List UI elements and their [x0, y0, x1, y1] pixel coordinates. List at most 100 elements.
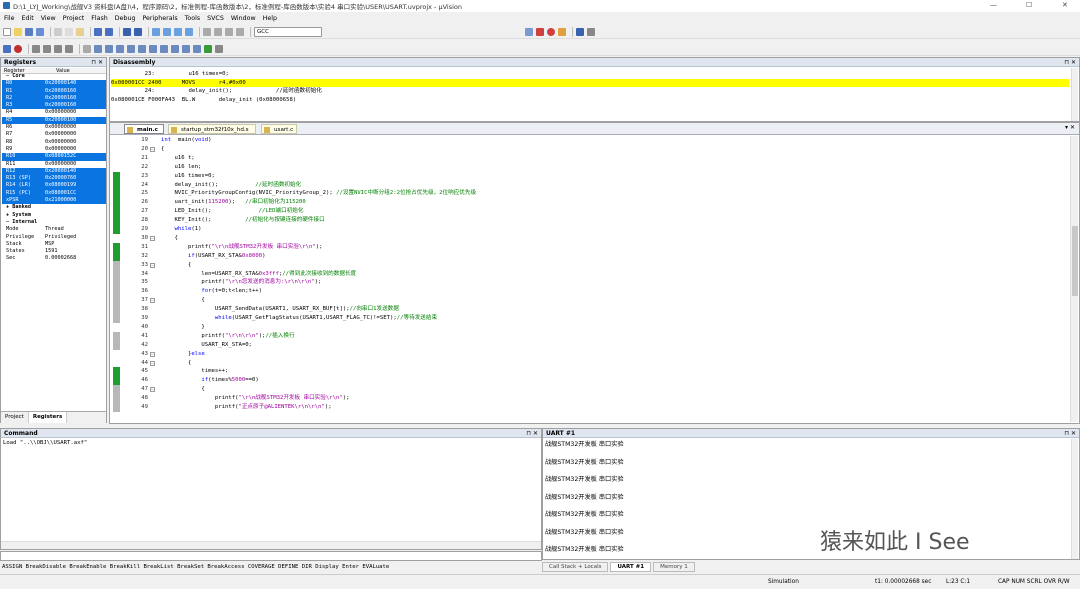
code-line[interactable]: 31 printf("\r\n战舰STM32开发板 串口实验\r\n");: [110, 242, 1068, 252]
register-row[interactable]: R6 0x00000000: [2, 124, 106, 131]
disassembly-window-icon[interactable]: [105, 44, 113, 53]
editor-tab[interactable]: usart.c: [261, 124, 297, 134]
register-row[interactable]: Privilege Privileged: [2, 234, 106, 241]
menu-item-flash[interactable]: Flash: [91, 15, 108, 22]
fold-toggle-icon[interactable]: −: [150, 146, 155, 152]
register-row[interactable]: R11 0x00000000: [2, 161, 106, 168]
symbols-window-icon[interactable]: [116, 44, 124, 53]
prev-bookmark-icon[interactable]: [163, 27, 171, 36]
redo-icon[interactable]: [105, 27, 113, 36]
command-hscrollbar[interactable]: [1, 541, 541, 549]
fold-toggle-icon[interactable]: −: [150, 351, 155, 357]
toolbox-icon[interactable]: [215, 44, 223, 53]
menu-item-view[interactable]: View: [41, 15, 56, 22]
config-icon[interactable]: [558, 27, 566, 36]
cut-icon[interactable]: [54, 27, 62, 36]
pin-close-icon[interactable]: ⊓ ✕: [91, 58, 103, 67]
disassembly-line[interactable]: 0x080001CE F000FA43 BL.W delay_init (0x0…: [111, 96, 1069, 104]
fold-toggle-icon[interactable]: −: [150, 235, 155, 241]
step-over-icon[interactable]: [43, 44, 51, 53]
code-line[interactable]: 19 int main(void): [110, 136, 1068, 145]
code-line[interactable]: 47− {: [110, 385, 1068, 395]
menu-item-edit[interactable]: Edit: [22, 15, 34, 22]
menu-item-project[interactable]: Project: [63, 15, 85, 22]
register-row[interactable]: R12 0x20000140: [2, 167, 106, 176]
register-row[interactable]: R9 0x00000000: [2, 146, 106, 153]
register-row[interactable]: Sec 0.00002668: [2, 255, 106, 262]
unindent-icon[interactable]: [214, 27, 222, 36]
step-out-icon[interactable]: [54, 44, 62, 53]
call-stack-icon[interactable]: [138, 44, 146, 53]
menu-item-window[interactable]: Window: [231, 15, 256, 22]
disassembly-scrollbar[interactable]: [1071, 68, 1078, 121]
breakpoint-icon[interactable]: [547, 27, 555, 36]
register-row[interactable]: States 1591: [2, 248, 106, 255]
stop-icon[interactable]: [14, 44, 22, 53]
register-row[interactable]: R13 (SP) 0x20000760: [2, 175, 106, 183]
editor-tab[interactable]: startup_stm32f10x_hd.s: [168, 124, 256, 134]
menu-item-debug[interactable]: Debug: [115, 15, 136, 22]
code-line[interactable]: 44− {: [110, 359, 1068, 368]
open-folder-icon[interactable]: [14, 27, 22, 36]
watch-window-icon[interactable]: [149, 44, 157, 53]
code-area[interactable]: 19 int main(void) 20−{21 u16 t; 22 u16 len;…: [110, 136, 1068, 424]
minimize-button[interactable]: —: [990, 1, 997, 9]
register-row[interactable]: R0 0x20000140: [2, 80, 106, 88]
menu-item-file[interactable]: File: [4, 15, 15, 22]
register-row[interactable]: R14 (LR) 0x08000199: [2, 182, 106, 190]
analysis-window-icon[interactable]: [182, 44, 190, 53]
pin-close-icon[interactable]: ⊓ ✕: [1064, 58, 1076, 67]
command-input[interactable]: [0, 551, 542, 561]
register-row[interactable]: R2 0x20000160: [2, 94, 106, 103]
register-row[interactable]: R10 0x0800152C: [2, 153, 106, 161]
code-line[interactable]: 41 printf("\r\n\r\n");//插入换行: [110, 331, 1068, 341]
code-line[interactable]: 29 while(1): [110, 225, 1068, 234]
register-row[interactable]: R8 0x00000000: [2, 139, 106, 146]
code-line[interactable]: 22 u16 len;: [110, 163, 1068, 172]
code-line[interactable]: 24 delay_init(); //延时函数初始化: [110, 180, 1068, 190]
find-icon[interactable]: [525, 27, 533, 36]
show-next-statement-icon[interactable]: [83, 44, 91, 53]
menu-item-svcs[interactable]: SVCS: [207, 15, 224, 22]
step-icon[interactable]: [32, 44, 40, 53]
save-icon[interactable]: [25, 27, 33, 36]
register-row[interactable]: R4 0x00000000: [2, 109, 106, 116]
editor-tab[interactable]: main.c: [124, 124, 164, 134]
code-line[interactable]: 32 if(USART_RX_STA&0x8000): [110, 251, 1068, 261]
uart-scrollbar[interactable]: [1071, 439, 1078, 559]
tab-project[interactable]: Project: [1, 412, 29, 423]
register-row[interactable]: R3 0x20000160: [2, 102, 106, 110]
indent-icon[interactable]: [203, 27, 211, 36]
code-line[interactable]: 25 NVIC_PriorityGroupConfig(NVIC_Priorit…: [110, 189, 1068, 199]
code-line[interactable]: 23 u16 times=0;: [110, 171, 1068, 181]
code-line[interactable]: 35 printf("\r\n您发送的消息为:\r\n\r\n");: [110, 278, 1068, 288]
code-line[interactable]: 39 while(USART_GetFlagStatus(USART1,USAR…: [110, 314, 1068, 323]
code-line[interactable]: 34 len=USART_RX_STA&0x3fff;//得到此次接收到的数据长…: [110, 269, 1068, 279]
code-line[interactable]: 28 KEY_Init(); //初始化与按键连接的硬件接口: [110, 216, 1068, 226]
editor-scrollbar[interactable]: [1070, 136, 1078, 422]
register-row[interactable]: R7 0x00000000: [2, 131, 106, 138]
code-line[interactable]: 30− {: [110, 234, 1068, 243]
comment-icon[interactable]: [225, 27, 233, 36]
code-line[interactable]: 21 u16 t;: [110, 154, 1068, 163]
register-row[interactable]: R5 0x20000100: [2, 116, 106, 125]
code-line[interactable]: 36 for(t=0;t<len;t++): [110, 287, 1068, 297]
run-to-cursor-icon[interactable]: [65, 44, 73, 53]
bottom-tab[interactable]: UART #1: [610, 562, 652, 572]
code-line[interactable]: 49 printf("正点原子@ALIENTEK\r\n\r\n");: [110, 403, 1068, 412]
menu-item-help[interactable]: Help: [263, 15, 277, 22]
memory-window-icon[interactable]: [160, 44, 168, 53]
menu-item-peripherals[interactable]: Peripherals: [142, 15, 177, 22]
maximize-button[interactable]: ☐: [1026, 1, 1032, 9]
reset-icon[interactable]: [3, 44, 11, 53]
disassembly-line[interactable]: 24: delay_init(); //延时函数初始化: [111, 87, 1069, 95]
code-line[interactable]: 38 USART_SendData(USART1, USART_RX_BUF[t…: [110, 305, 1068, 315]
code-line[interactable]: 27 LED_Init(); //LED端口初始化: [110, 207, 1068, 217]
code-line[interactable]: 48 printf("\r\n战舰STM32开发板 串口实验\r\n");: [110, 394, 1068, 404]
pin-close-icon[interactable]: ⊓ ✕: [1064, 429, 1076, 438]
pin-close-icon[interactable]: ⊓ ✕: [526, 429, 538, 438]
save-all-icon[interactable]: [36, 27, 44, 36]
register-row[interactable]: ─ Internal: [2, 219, 106, 226]
trace-window-icon[interactable]: [193, 44, 201, 53]
register-row[interactable]: Mode Thread: [2, 226, 106, 233]
